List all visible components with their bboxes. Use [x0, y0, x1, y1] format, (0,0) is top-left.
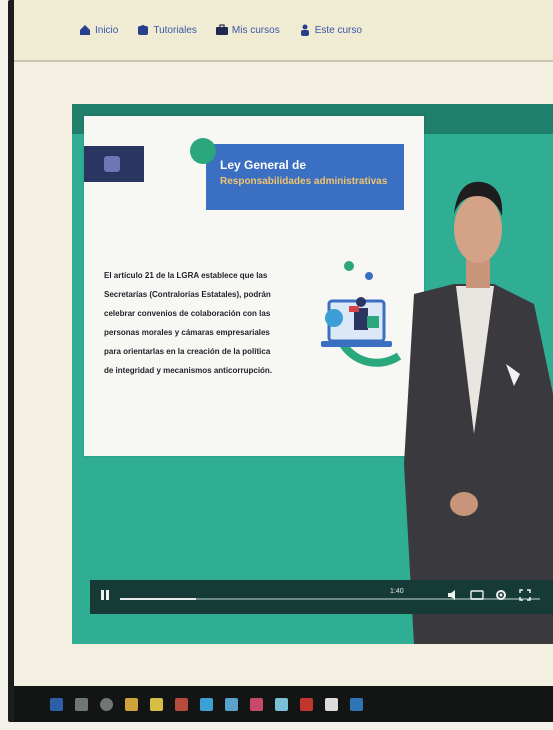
fullscreen-icon[interactable]: [518, 588, 532, 602]
video-player[interactable]: Ley General de Responsabilidades adminis…: [72, 104, 553, 644]
app-icon[interactable]: [325, 697, 338, 711]
settings-gear-icon[interactable]: [494, 588, 508, 602]
nav-item-este-curso[interactable]: Este curso: [298, 23, 362, 37]
search-icon[interactable]: [75, 697, 88, 711]
app-icon[interactable]: [200, 697, 213, 711]
slide-body-line: de integridad y mecanismos anticorrupció…: [104, 366, 273, 375]
nav-item-label: Tutoriales: [153, 24, 197, 36]
app-icon[interactable]: [350, 697, 363, 711]
task-view-icon[interactable]: [100, 697, 113, 711]
home-icon: [80, 25, 90, 35]
app-icon[interactable]: [225, 697, 238, 711]
volume-icon[interactable]: [446, 588, 460, 602]
slide-body-line: Secretarías (Contralorías Estatales), po…: [104, 290, 271, 299]
nav-item-tutoriales[interactable]: Tutoriales: [136, 23, 197, 37]
slide-body-text: El artículo 21 de la LGRA establece que …: [104, 266, 334, 380]
slide-subtitle: Responsabilidades administrativas: [220, 176, 388, 187]
tutorial-icon: [138, 25, 149, 35]
browser-screen: Inicio Tutoriales Mis cursos Este curso: [14, 0, 553, 686]
nav-item-label: Este curso: [314, 24, 362, 36]
briefcase-icon: [215, 24, 228, 35]
slide-body-line: para orientarlas en la creación de la po…: [104, 347, 271, 356]
nav-item-label: Mis cursos: [231, 24, 280, 36]
slide-title: Ley General de: [220, 158, 307, 172]
browser-icon[interactable]: [125, 697, 138, 711]
app-icon[interactable]: [175, 697, 188, 711]
presenter-video-feed: [404, 181, 553, 644]
slide-header: Ley General de Responsabilidades adminis…: [190, 138, 404, 210]
slide-body-line: El artículo 21 de la LGRA establece que …: [104, 271, 268, 280]
users-icon: [300, 24, 309, 36]
presentation-slide: Ley General de Responsabilidades adminis…: [84, 116, 424, 456]
app-icon[interactable]: [275, 697, 288, 711]
top-navigation: Inicio Tutoriales Mis cursos Este curso: [14, 0, 553, 62]
progress-fill: [120, 598, 196, 600]
current-time: 1:40: [390, 588, 404, 595]
nav-item-label: Inicio: [95, 24, 119, 36]
nav-item-mis-cursos[interactable]: Mis cursos: [215, 23, 280, 37]
nav-item-inicio[interactable]: Inicio: [78, 23, 118, 37]
start-icon[interactable]: [50, 697, 63, 711]
os-taskbar: [14, 686, 553, 722]
slide-logo: [84, 146, 144, 182]
app-icon[interactable]: [250, 697, 263, 711]
video-controls: 1:40: [90, 580, 553, 614]
folder-icon[interactable]: [150, 697, 163, 711]
app-icon[interactable]: [300, 697, 313, 711]
slide-body-line: celebrar convenios de colaboración con l…: [104, 309, 271, 318]
logo-mark: [104, 156, 120, 172]
slide-body-line: personas morales y cámaras empresariales: [104, 328, 270, 337]
pause-icon[interactable]: [98, 588, 112, 602]
captions-icon[interactable]: [470, 588, 484, 602]
decorative-circle: [190, 138, 216, 164]
